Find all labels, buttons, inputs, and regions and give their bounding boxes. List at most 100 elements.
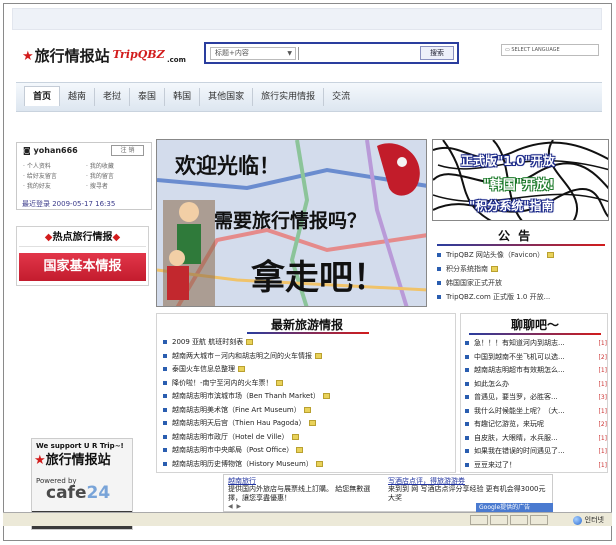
chat-divider [469, 333, 601, 335]
bullet-icon [465, 422, 469, 426]
country-basic-info-banner[interactable]: 国家基本情报 [19, 253, 146, 281]
search-button[interactable]: 搜索 [420, 46, 454, 60]
list-item[interactable]: TripQBZ 网站头像（Favicon） [437, 248, 555, 262]
search-category-select[interactable]: 标题+内容 ▼ [210, 47, 296, 60]
list-item[interactable]: 急！！！有知道河内到胡志... [1] [465, 337, 607, 351]
user-links: · 个人资料 · 我的收藏 · 给好友留言 · 我的留言 · 我的好友 · 搜寻… [23, 161, 149, 190]
new-badge-icon [238, 366, 245, 372]
bullet-icon [437, 267, 441, 271]
bullet-icon [465, 354, 469, 359]
nav-item-other-countries[interactable]: 其他国家 [200, 88, 254, 106]
nav-item-home[interactable]: 首页 [24, 86, 61, 106]
nav-item-thailand[interactable]: 泰国 [130, 88, 166, 106]
table-row[interactable]: 越南两大城市－河内和胡志明之间的火车情报 [163, 350, 330, 364]
list-item[interactable]: 中国到越南不坐飞机可以选... [2] [465, 351, 607, 365]
promo-line-3: "积分系统"指南 [469, 199, 554, 213]
username-text: yohan666 [33, 146, 78, 155]
status-cell [490, 515, 508, 525]
banner-welcome-text: 欢迎光临！ [175, 154, 280, 178]
travel-divider [247, 332, 369, 334]
main-nav: 首页 越南 老挝 泰国 韩国 其他国家 旅行实用情报 交流 [16, 82, 602, 112]
new-badge-icon [315, 460, 323, 467]
table-row[interactable]: 2009 亚航 航班时刻表 [163, 336, 330, 350]
bullet-icon [437, 295, 441, 299]
nav-item-laos[interactable]: 老挝 [95, 88, 131, 106]
search-category-label: 标题+内容 [215, 49, 249, 57]
comment-count: [1] [598, 367, 608, 374]
promo-banner[interactable]: 正式版"1.0"开放 "韩国"开放! "积分系统"指南 [432, 139, 609, 221]
table-row[interactable]: 泰国火车信息总整理 [163, 363, 330, 377]
notice-title: 公 告 [498, 229, 533, 243]
comment-count: [1] [598, 407, 608, 415]
bullet-icon [465, 381, 469, 386]
list-item[interactable]: TripQBZ.com 正式版 1.0 开放... [437, 290, 554, 304]
friend-message-link[interactable]: · 给好友留言 [23, 171, 86, 180]
list-item[interactable]: 曾遇见，要当罗，必胜客... [3] [465, 391, 607, 405]
hot-title: ◆热点旅行情报◆ [19, 229, 146, 247]
status-cell [470, 515, 488, 525]
bullet-icon [163, 407, 167, 412]
welcome-banner[interactable]: 欢迎光临！ 需要旅行情报吗？ 拿走吧！ [156, 139, 427, 307]
table-row[interactable]: 越南胡志明市滨城市场（Ben Thanh Market） [163, 390, 330, 404]
list-item[interactable]: 越南胡志明超市有效期怎么... [1] [465, 364, 607, 378]
star-icon: ★ [34, 453, 46, 468]
login-panel: ◙ yohan666 注 销 · 个人资料 · 我的收藏 · 给好友留言 · 我… [16, 142, 152, 210]
list-item[interactable]: 有趣记忆游览，来玩呢 [2] [465, 418, 607, 432]
list-item[interactable]: 如果我在错误的时间遇见了... [1] [465, 445, 607, 459]
search-input[interactable] [298, 47, 418, 60]
comment-count: [2] [598, 421, 608, 428]
status-bar: 인터넷 [3, 512, 612, 526]
new-badge-icon [315, 352, 322, 359]
list-item[interactable]: 如此怎么办 [1] [465, 378, 607, 392]
table-row[interactable]: 降价啦！-南宁至河内的火车票！ [163, 377, 330, 391]
bullet-icon [163, 394, 167, 398]
profile-link[interactable]: · 个人资料 [23, 161, 86, 170]
bullet-icon [163, 340, 167, 344]
star-icon: ★ [22, 49, 34, 64]
comment-count: [2] [598, 353, 608, 361]
bullet-icon [465, 368, 469, 372]
site-logo[interactable]: ★ 旅行情报站 TripQBZ .com [22, 42, 186, 64]
chat-title: 聊聊吧～ [510, 318, 559, 332]
nav-item-travel-info[interactable]: 旅行实用情报 [253, 88, 325, 106]
comment-count: [3] [598, 394, 608, 401]
red-box-icon-right: ◆ [112, 232, 121, 243]
new-badge-icon [547, 252, 555, 258]
list-item[interactable]: 豆豆来过了！ [1] [465, 459, 607, 473]
logout-button[interactable]: 注 销 [111, 145, 144, 156]
comment-count: [1] [598, 461, 608, 469]
searcher-link[interactable]: · 搜寻者 [86, 181, 149, 190]
my-messages-link[interactable]: · 我的留言 [86, 171, 149, 180]
new-badge-icon [275, 379, 283, 386]
list-item[interactable]: 我什么时候能坐上呢？（大... [1] [465, 405, 607, 419]
list-item[interactable]: 韩国国家正式开放 [437, 276, 554, 290]
travel-title: 最新旅游情报 [270, 318, 343, 332]
table-row[interactable]: 越南胡志明市中央邮局（Post Office） [163, 444, 330, 458]
new-badge-icon [308, 420, 316, 426]
support-logo: ★旅行情报站 [34, 453, 111, 468]
table-row[interactable]: 越南胡志明历史博物馆（History Museum） [163, 458, 330, 472]
last-login: 最近登录 2009-05-17 16:35 [22, 200, 116, 208]
table-row[interactable]: 越南胡志明天后宫（Thien Hau Pagoda） [163, 417, 330, 431]
bullet-icon [163, 448, 167, 452]
internet-zone: 인터넷 [572, 514, 604, 526]
table-row[interactable]: 越南胡志明市政厅（Hotel de Ville） [163, 431, 330, 445]
logo-text-com: .com [167, 56, 186, 64]
table-row[interactable]: 越南胡志明美术馆（Fine Art Museum） [163, 404, 330, 418]
new-badge-icon [303, 406, 311, 413]
list-item[interactable]: 积分系统指南 [437, 262, 554, 276]
list-item[interactable]: 自皮肤，大眼睛，水兵服... [1] [465, 432, 607, 446]
my-friends-link[interactable]: · 我的好友 [23, 181, 86, 190]
cafe24-logo: cafe24 [46, 483, 111, 503]
nav-item-korea[interactable]: 韩国 [165, 88, 201, 106]
ad-pager[interactable]: ◀ ▶ [228, 503, 242, 510]
nav-item-community[interactable]: 交流 [324, 88, 358, 106]
favorites-link[interactable]: · 我的收藏 [86, 161, 149, 170]
language-select[interactable]: ▭ SELECT LANGUAGE [501, 44, 599, 56]
red-box-icon: ◆ [44, 232, 53, 243]
nav-item-vietnam[interactable]: 越南 [60, 88, 96, 106]
bullet-icon [465, 408, 469, 413]
chat-board: 聊聊吧～ 急！！！有知道河内到胡志... [1] 中国到越南不坐飞机可以选...[… [460, 313, 608, 473]
banner-question-text: 需要旅行情报吗？ [214, 210, 367, 232]
comment-count: [1] [598, 434, 608, 442]
